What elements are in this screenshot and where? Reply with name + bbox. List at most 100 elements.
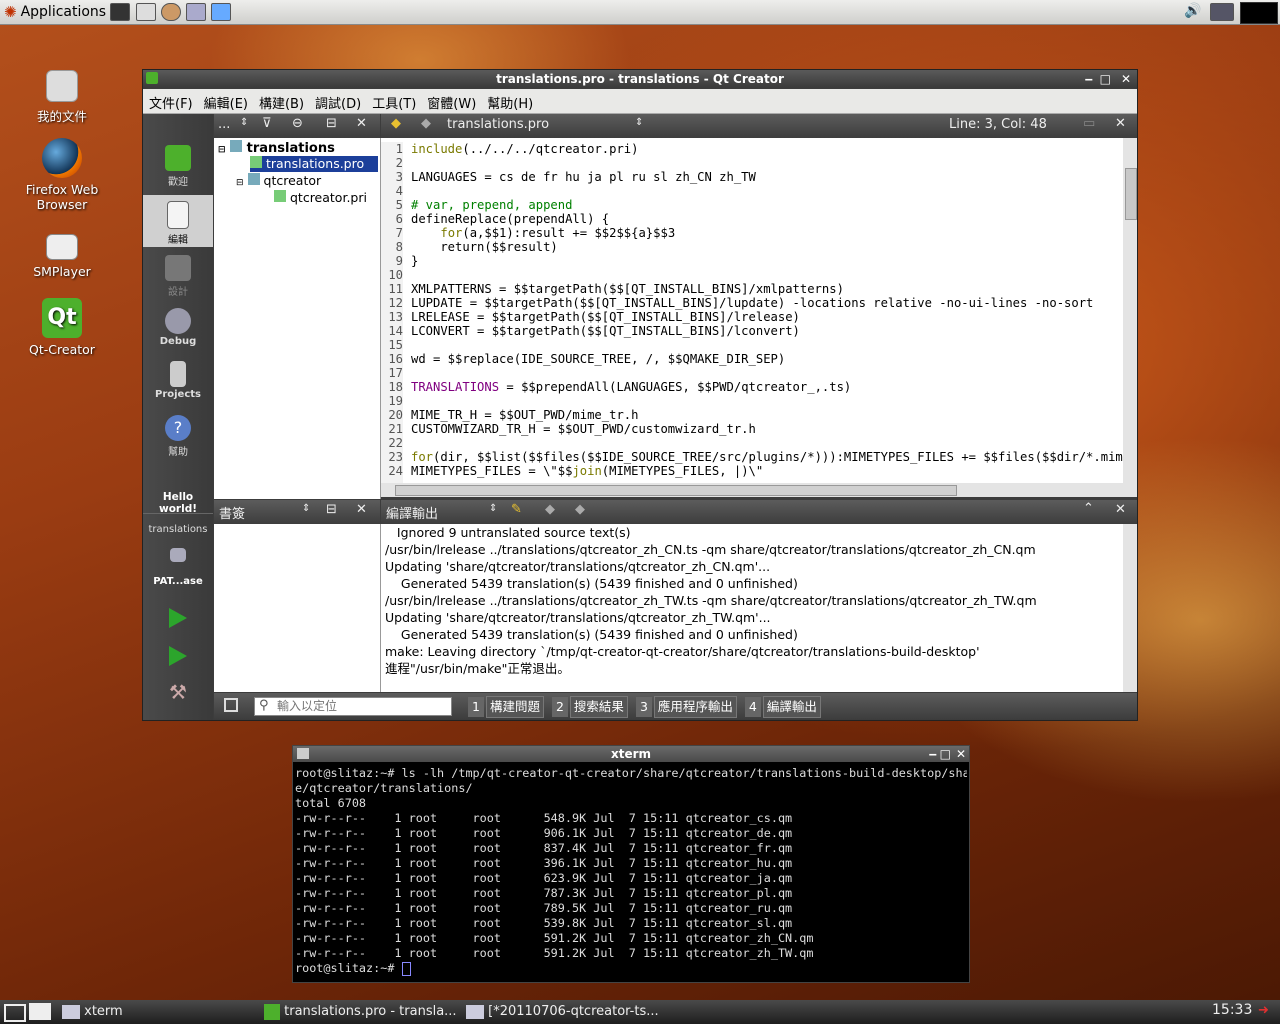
locator-field[interactable] bbox=[277, 698, 447, 713]
desktop-icon-qt-creator[interactable]: Qt Qt-Creator bbox=[12, 298, 112, 357]
bookmarks-label[interactable]: 書簽 bbox=[219, 503, 245, 522]
run-icon bbox=[169, 608, 187, 628]
qt-title-bar[interactable]: translations.pro - translations - Qt Cre… bbox=[143, 70, 1137, 88]
menu-tools[interactable]: 工具(T) bbox=[366, 89, 421, 112]
file-manager-launcher-icon[interactable] bbox=[186, 3, 206, 21]
terminal-output[interactable]: root@slitaz:~# ls -lh /tmp/qt-creator-qt… bbox=[295, 766, 967, 980]
menu-window[interactable]: 窗體(W) bbox=[421, 89, 481, 112]
line-number: 22 bbox=[388, 436, 403, 450]
split-icon[interactable]: ⊟ bbox=[326, 502, 337, 517]
logout-icon[interactable]: ➜ bbox=[1258, 1003, 1269, 1018]
mode-help[interactable]: ? 幫助 bbox=[143, 411, 213, 463]
maximize-button[interactable]: □ bbox=[1100, 70, 1111, 88]
close-button[interactable]: ✕ bbox=[1121, 70, 1131, 88]
mode-debug[interactable]: Debug bbox=[143, 304, 213, 356]
minimize-button[interactable]: ‒ bbox=[1085, 70, 1093, 88]
clock: 15:33 bbox=[1212, 1002, 1253, 1018]
selector-arrows-icon[interactable]: ⇕ bbox=[302, 503, 310, 514]
locator-input[interactable]: ⚲ bbox=[254, 697, 452, 716]
mode-welcome[interactable]: 歡迎 bbox=[143, 141, 213, 193]
split-icon[interactable]: ⊟ bbox=[326, 116, 337, 131]
tab-compile-output[interactable]: 4 編譯輸出 bbox=[744, 696, 821, 718]
tab-application-output[interactable]: 3 應用程序輸出 bbox=[635, 696, 737, 718]
menu-help[interactable]: 幫助(H) bbox=[481, 89, 538, 112]
selector-arrows-icon[interactable]: ⇕ bbox=[489, 503, 497, 514]
task-image-editor[interactable]: [*20110706-qtcreator-ts... bbox=[466, 1002, 659, 1022]
forward-icon[interactable]: ◆ bbox=[421, 116, 431, 131]
menu-edit[interactable]: 編輯(E) bbox=[198, 89, 253, 112]
compile-output[interactable]: Ignored 9 untranslated source text(s) /us… bbox=[381, 524, 1137, 692]
minimize-button[interactable]: ‒ bbox=[929, 746, 937, 762]
line-number: 24 bbox=[388, 464, 403, 478]
mode-design[interactable]: 設計 bbox=[143, 251, 213, 303]
lock-icon[interactable]: ▭ bbox=[1083, 116, 1095, 131]
applications-menu[interactable]: ✺ Applications bbox=[4, 3, 106, 21]
close-button[interactable]: ✕ bbox=[956, 746, 966, 762]
selector-arrows-icon[interactable]: ⇕ bbox=[635, 117, 643, 128]
close-pane-icon[interactable]: ✕ bbox=[356, 116, 367, 131]
code-editor[interactable]: 1 2 3 4 5 6 7 8 9 10 11 12 13 14 15 16 17 18 19 20 21 22 23 24 … bbox=[381, 138, 1137, 483]
tree-item-translations[interactable]: ⊟ translations bbox=[218, 140, 335, 156]
tab-search-results[interactable]: 2 搜索結果 bbox=[551, 696, 628, 718]
status-bar: ⚲ 1構建問題 2搜索結果 3應用程序輸出 4編譯輸出 bbox=[214, 693, 1137, 719]
build-button[interactable]: ⚒ bbox=[143, 680, 213, 710]
close-editor-icon[interactable]: ✕ bbox=[1115, 116, 1126, 131]
sync-icon[interactable]: ⊖ bbox=[292, 116, 303, 131]
xterm-title-bar[interactable]: xterm ‒ □ ✕ bbox=[293, 746, 969, 762]
editor-toolbar: ◆ ◆ translations.pro ⇕ Line: 3, Col: 48 … bbox=[381, 114, 1137, 138]
previous-item-icon[interactable]: ◆ bbox=[545, 502, 555, 517]
task-xterm[interactable]: xterm bbox=[62, 1002, 123, 1022]
task-qt-creator[interactable]: translations.pro - transla... bbox=[264, 1002, 457, 1022]
control-box-launcher-icon[interactable] bbox=[211, 3, 231, 21]
editor-horizontal-scrollbar[interactable] bbox=[381, 483, 1137, 497]
xterm-task-icon bbox=[62, 1004, 80, 1019]
back-icon[interactable]: ◆ bbox=[391, 116, 401, 131]
output-text: Ignored 9 untranslated source text(s) /us… bbox=[385, 524, 1037, 677]
maximize-pane-icon[interactable]: ⌃ bbox=[1083, 501, 1094, 516]
output-line: Generated 5439 translation(s) (5439 fini… bbox=[385, 576, 798, 591]
show-desktop-icon[interactable] bbox=[4, 1004, 26, 1022]
volume-icon[interactable]: 🔊 bbox=[1184, 3, 1201, 19]
terminal-launcher-icon[interactable] bbox=[110, 3, 130, 21]
workspace-icon[interactable] bbox=[29, 1003, 51, 1020]
view-selector[interactable]: ... bbox=[218, 117, 230, 132]
desktop-icon-smplayer[interactable]: SMPlayer bbox=[12, 234, 112, 279]
close-pane-icon[interactable]: ✕ bbox=[356, 502, 367, 517]
browser-launcher-icon[interactable] bbox=[161, 3, 181, 21]
tree-item-translations-pro[interactable]: translations.pro bbox=[250, 156, 378, 172]
filter-icon[interactable]: ⊽ bbox=[262, 116, 272, 131]
menu-file[interactable]: 文件(F) bbox=[143, 89, 198, 112]
selector-arrows-icon[interactable]: ⇕ bbox=[240, 117, 248, 128]
scroll-thumb[interactable] bbox=[395, 485, 957, 496]
mode-projects[interactable]: Projects bbox=[143, 357, 213, 409]
mode-label: Projects bbox=[154, 389, 201, 400]
maximize-button[interactable]: □ bbox=[940, 746, 951, 762]
mode-edit[interactable]: 編輯 bbox=[143, 195, 213, 247]
cursor-position: Line: 3, Col: 48 bbox=[949, 117, 1047, 132]
toggle-sidebar-icon[interactable] bbox=[224, 698, 238, 712]
debug-run-button[interactable] bbox=[143, 642, 213, 672]
line-number: 17 bbox=[388, 366, 403, 380]
output-selector[interactable]: 編譯輸出 bbox=[386, 503, 438, 522]
target-selector[interactable] bbox=[143, 542, 213, 568]
clear-output-icon[interactable]: ✎ bbox=[511, 502, 522, 517]
next-item-icon[interactable]: ◆ bbox=[575, 502, 585, 517]
tree-item-qtcreator-pri[interactable]: qtcreator.pri bbox=[274, 190, 367, 205]
open-file-selector[interactable]: translations.pro bbox=[447, 117, 549, 132]
menu-build[interactable]: 構建(B) bbox=[253, 89, 309, 112]
editor-vertical-scrollbar[interactable] bbox=[1123, 138, 1137, 483]
tab-build-issues[interactable]: 1 構建問題 bbox=[468, 696, 544, 718]
line-number: 13 bbox=[388, 310, 403, 324]
menu-debug[interactable]: 調試(D) bbox=[309, 89, 366, 112]
editor-launcher-icon[interactable] bbox=[136, 3, 156, 21]
scroll-thumb[interactable] bbox=[1125, 168, 1137, 220]
network-icon[interactable] bbox=[1210, 3, 1234, 21]
tree-item-qtcreator[interactable]: ⊟ qtcreator bbox=[236, 173, 321, 188]
applications-label: Applications bbox=[20, 4, 107, 20]
output-scrollbar[interactable] bbox=[1123, 524, 1137, 692]
run-button[interactable] bbox=[143, 604, 213, 634]
close-pane-icon[interactable]: ✕ bbox=[1115, 502, 1126, 517]
qt-file-icon bbox=[274, 190, 286, 202]
desktop-icon-my-documents[interactable]: 我的文件 bbox=[12, 70, 112, 125]
desktop-icon-firefox[interactable]: Firefox Web Browser bbox=[12, 138, 112, 212]
